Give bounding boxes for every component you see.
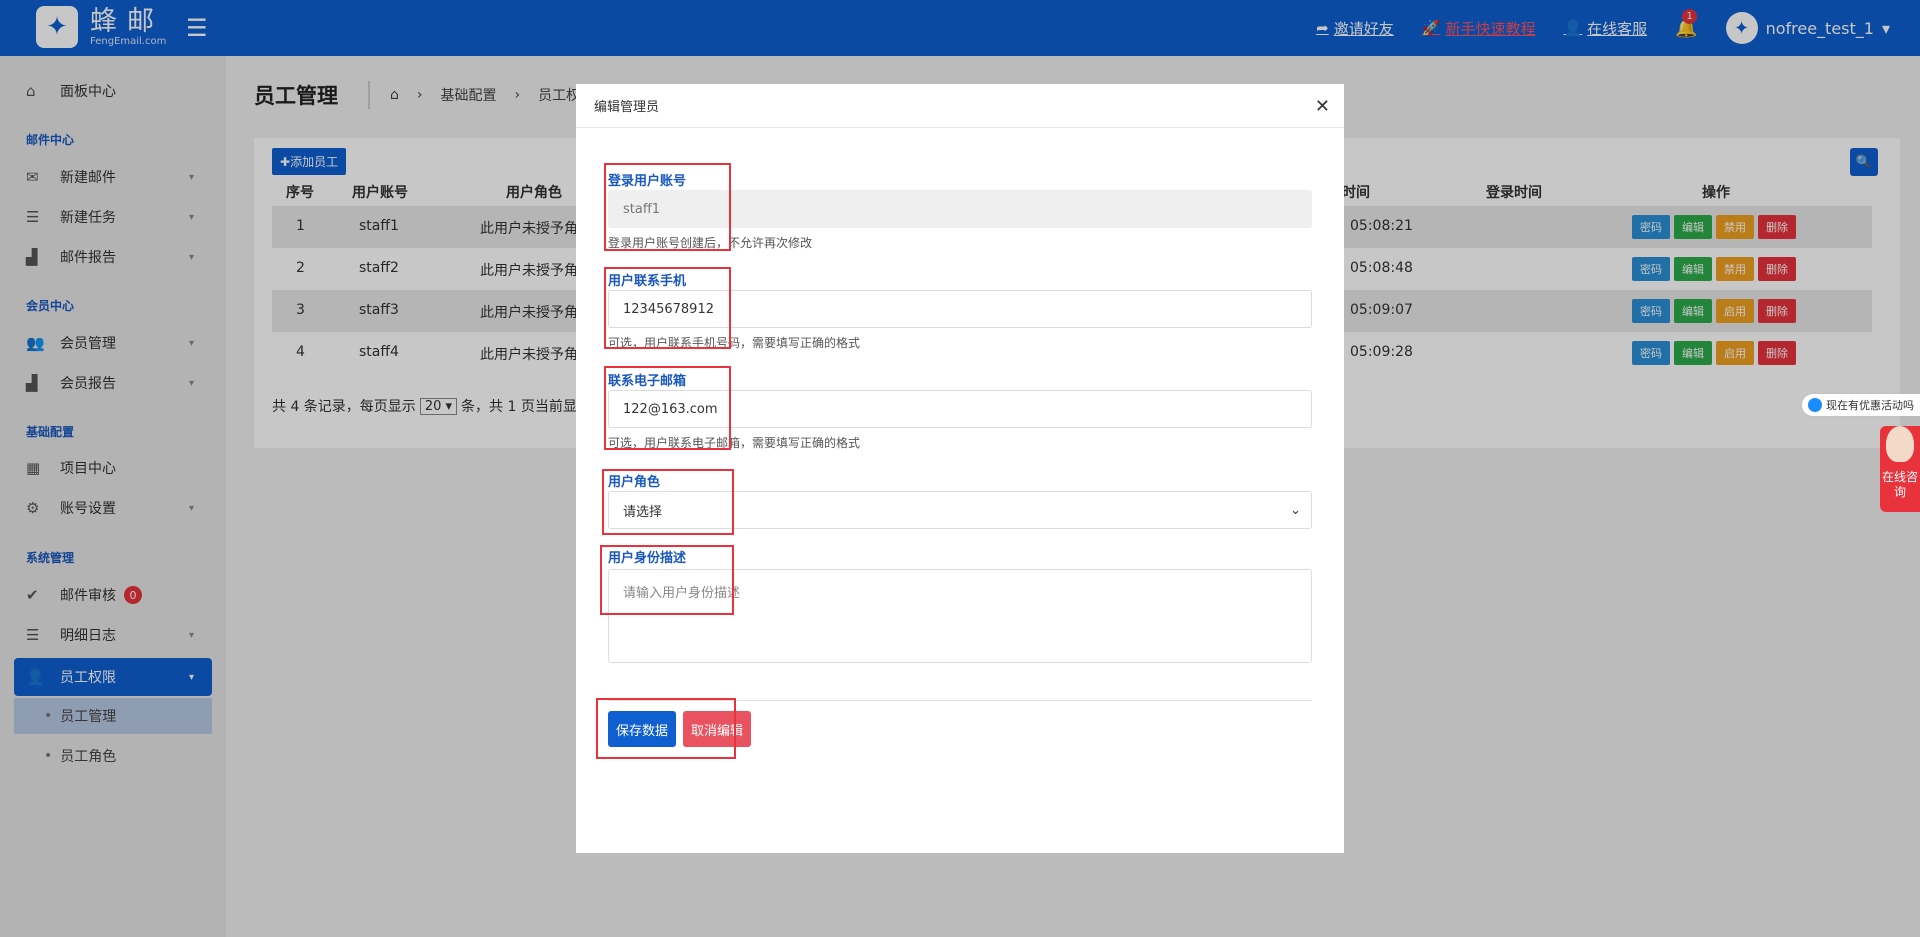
highlight-box	[602, 469, 734, 535]
edit-admin-modal: 编辑管理员 ✕ 登录用户账号 staff1 登录用户账号创建后，不允许再次修改 …	[576, 84, 1344, 853]
online-consult-button[interactable]: 在线咨询	[1880, 426, 1920, 512]
chat-icon	[1808, 398, 1822, 412]
modal-header: 编辑管理员	[576, 84, 1344, 128]
agent-avatar	[1886, 426, 1914, 462]
highlight-box	[600, 545, 734, 615]
highlight-box	[604, 163, 731, 251]
highlight-box	[604, 267, 731, 349]
highlight-box	[604, 366, 731, 450]
highlight-box	[596, 698, 736, 759]
modal-title: 编辑管理员	[594, 100, 660, 115]
close-icon[interactable]: ✕	[1315, 96, 1330, 117]
chevron-down-icon: ⌄	[1290, 502, 1301, 518]
promo-bubble[interactable]: 现在有优惠活动吗	[1802, 394, 1920, 416]
